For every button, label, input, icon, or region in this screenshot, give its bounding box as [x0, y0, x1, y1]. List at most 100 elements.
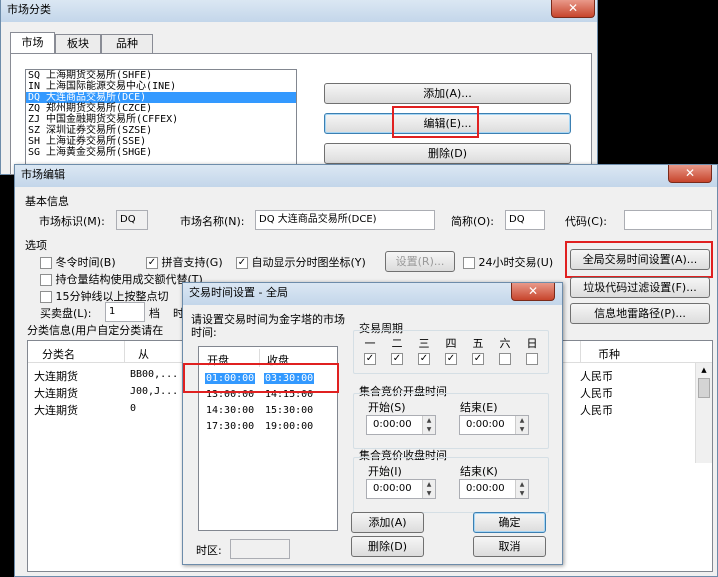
checkmark-icon[interactable]: ✓: [391, 353, 403, 365]
info-mine-path-label: 信息地雷路径(P)...: [594, 307, 686, 320]
checkmark-icon[interactable]: ✓: [472, 353, 484, 365]
delete-session-button[interactable]: 删除(D): [351, 536, 424, 557]
market-list-item[interactable]: SQ 上海期货交易所(SHFE): [26, 70, 296, 81]
info-mine-path-button[interactable]: 信息地雷路径(P)...: [570, 303, 710, 324]
table-header-name[interactable]: 分类名: [42, 346, 75, 362]
buy-sell-field[interactable]: 1: [105, 302, 145, 322]
checkmark-icon: ✓: [146, 257, 158, 269]
market-id-label: 市场标识(M):: [39, 215, 105, 228]
winter-time-checkbox[interactable]: 冬令时间(B): [40, 254, 116, 270]
basic-info-label: 基本信息: [25, 195, 69, 208]
market-id-field[interactable]: DQ: [116, 210, 148, 230]
weekday-label: 一: [364, 337, 376, 350]
tab-market[interactable]: 市场: [10, 32, 55, 54]
open-start-label: 开始(S): [368, 401, 406, 414]
short-name-field[interactable]: DQ: [505, 210, 545, 230]
checkmark-icon[interactable]: ✓: [445, 353, 457, 365]
session-row[interactable]: 01:00:00 03:30:00: [201, 372, 319, 387]
checkmark-icon: ✓: [236, 257, 248, 269]
tab-sector-label: 板块: [67, 37, 89, 50]
weekday-label: 五: [472, 337, 484, 350]
table-scrollbar[interactable]: ▲: [695, 363, 712, 463]
close-start-spinner[interactable]: 0:00:00 ▲ ▼: [366, 479, 436, 499]
weekday-label: 日: [526, 337, 538, 350]
add-market-button[interactable]: 添加(A)...: [324, 83, 571, 104]
market-list-item[interactable]: DQ 大连商品交易所(DCE): [26, 92, 296, 103]
timezone-field[interactable]: [230, 539, 290, 559]
market-list-item[interactable]: SZ 深圳证券交易所(SZSE): [26, 125, 296, 136]
close-icon[interactable]: ✕: [668, 165, 712, 183]
spin-arrows-icon[interactable]: ▲ ▼: [515, 416, 528, 434]
close-icon[interactable]: ✕: [551, 0, 595, 18]
tab-variety[interactable]: 品种: [101, 34, 153, 54]
pinyin-checkbox[interactable]: ✓ 拼音支持(G): [146, 254, 223, 270]
settings-button[interactable]: 设置(R)...: [385, 251, 455, 272]
weekday-checkbox[interactable]: [499, 353, 511, 365]
settings-button-label: 设置(R)...: [395, 255, 445, 268]
weekday-label: 六: [499, 337, 511, 350]
checkbox-box: [40, 257, 52, 269]
market-category-window: 市场分类 ✕ 市场 板块 品种 SQ 上海期货交易所(SHFE) IN 上海国际能…: [0, 0, 598, 175]
weekday-label: 三: [418, 337, 430, 350]
market-category-title: 市场分类: [7, 3, 51, 16]
market-list-item[interactable]: ZQ 郑州期货交易所(CZCE): [26, 103, 296, 114]
session-open: 17:30:00: [206, 421, 255, 432]
weekday-checkbox[interactable]: [526, 353, 538, 365]
row-from: J00,J...: [130, 386, 179, 397]
auto-axis-checkbox[interactable]: ✓ 自动显示分时图坐标(Y): [236, 254, 366, 270]
spin-arrows-icon[interactable]: ▲ ▼: [422, 480, 435, 498]
scroll-up-icon[interactable]: ▲: [696, 363, 712, 377]
options-label: 选项: [25, 239, 47, 252]
tab-sector[interactable]: 板块: [55, 34, 101, 54]
session-close: 19:00:00: [265, 421, 314, 432]
open-start-value: 0:00:00: [373, 419, 412, 430]
session-open: 13:00:00: [206, 389, 255, 400]
market-name-field[interactable]: DQ 大连商品交易所(DCE): [255, 210, 435, 230]
session-close: 14:15:00: [265, 389, 314, 400]
position-checkbox[interactable]: 持仓量结构使用成交额代替(T): [40, 271, 203, 287]
checkmark-icon[interactable]: ✓: [364, 353, 376, 365]
edit-market-button[interactable]: 编辑(E)...: [324, 113, 571, 134]
delete-session-label: 删除(D): [367, 540, 408, 553]
close-icon[interactable]: ✕: [511, 283, 555, 301]
trading-time-title: 交易时间设置 - 全局: [189, 286, 288, 299]
cancel-button[interactable]: 取消: [473, 536, 546, 557]
close-end-label: 结束(K): [460, 465, 498, 478]
open-end-value: 0:00:00: [466, 419, 505, 430]
junk-filter-button[interactable]: 垃圾代码过滤设置(F)...: [570, 277, 710, 298]
code-field[interactable]: [624, 210, 712, 230]
session-row[interactable]: 17:30:00 19:00:00: [201, 420, 319, 435]
row-currency: 人民币: [580, 370, 613, 383]
spin-arrows-icon[interactable]: ▲ ▼: [422, 416, 435, 434]
open-end-spinner[interactable]: 0:00:00 ▲ ▼: [459, 415, 529, 435]
session-header-divider: [259, 349, 260, 367]
session-row[interactable]: 14:30:00 15:30:00: [201, 404, 319, 419]
market-list-item[interactable]: IN 上海国际能源交易中心(INE): [26, 81, 296, 92]
session-row[interactable]: 13:00:00 14:15:00: [201, 388, 319, 403]
spin-arrows-icon[interactable]: ▲ ▼: [515, 480, 528, 498]
market-list-item[interactable]: SG 上海黄金交易所(SHGE): [26, 147, 296, 158]
add-session-label: 添加(A): [368, 516, 407, 529]
checkmark-icon[interactable]: ✓: [418, 353, 430, 365]
24h-trading-checkbox[interactable]: 24小时交易(U): [463, 254, 553, 270]
market-list-item[interactable]: SH 上海证券交易所(SSE): [26, 136, 296, 147]
delete-market-button[interactable]: 删除(D): [324, 143, 571, 164]
code-label: 代码(C):: [565, 215, 607, 228]
session-header-open[interactable]: 开盘: [207, 352, 229, 368]
market-list[interactable]: SQ 上海期货交易所(SHFE) IN 上海国际能源交易中心(INE) DQ 大连商…: [25, 69, 297, 169]
session-header-close[interactable]: 收盘: [267, 352, 289, 368]
table-header-currency[interactable]: 币种: [598, 346, 620, 362]
global-time-settings-button[interactable]: 全局交易时间设置(A)...: [570, 249, 710, 270]
close-start-label: 开始(I): [368, 465, 402, 478]
close-end-spinner[interactable]: 0:00:00 ▲ ▼: [459, 479, 529, 499]
checkbox-box: [463, 257, 475, 269]
session-list[interactable]: 开盘 收盘 01:00:00 03:30:00 13:00:00 14:15:00 14…: [198, 346, 338, 531]
global-time-settings-label: 全局交易时间设置(A)...: [582, 253, 698, 266]
ok-button[interactable]: 确定: [473, 512, 546, 533]
scroll-thumb[interactable]: [698, 378, 710, 398]
session-open: 14:30:00: [206, 405, 255, 416]
market-list-item[interactable]: ZJ 中国金融期货交易所(CFFEX): [26, 114, 296, 125]
add-session-button[interactable]: 添加(A): [351, 512, 424, 533]
table-header-from[interactable]: 从: [138, 346, 149, 362]
open-start-spinner[interactable]: 0:00:00 ▲ ▼: [366, 415, 436, 435]
